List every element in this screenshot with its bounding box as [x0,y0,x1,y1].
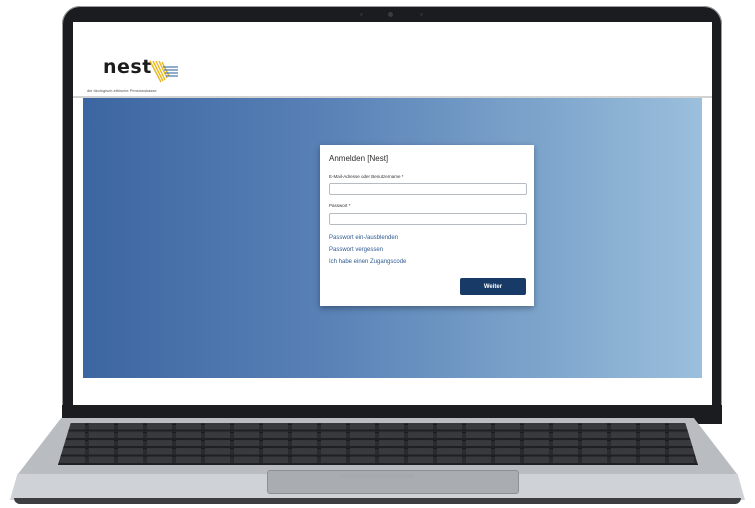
site-header: nest die ökologisch-ethische Pensionskas… [73,22,712,98]
laptop-screen: nest die ökologisch-ethische Pensionskas… [73,22,712,405]
forgot-password-link[interactable]: Passwort vergessen [329,247,383,253]
laptop-base-edge [14,498,741,504]
lid-notch [340,474,414,478]
login-card: Anmelden [Nest] E-Mail-Adresse oder Benu… [320,145,534,306]
tagline: die ökologisch-ethische Pensionskasse [87,88,157,93]
continue-button[interactable]: Weiter [460,278,526,295]
sensor-dot [360,13,363,16]
username-input[interactable] [329,183,527,195]
keyboard-rows [58,423,698,465]
password-input[interactable] [329,213,527,225]
logo-wordmark: nest [103,56,152,78]
access-code-link[interactable]: Ich habe einen Zugangscode [329,259,406,265]
toggle-password-link[interactable]: Passwort ein-/ausblenden [329,235,398,241]
webcam [388,12,393,17]
username-label: E-Mail-Adresse oder Benutzername * [329,174,404,179]
password-label: Passwort * [329,203,351,208]
logo-mark-icon [149,60,178,83]
login-title: Anmelden [Nest] [329,154,389,163]
sensor-dot [420,13,423,16]
